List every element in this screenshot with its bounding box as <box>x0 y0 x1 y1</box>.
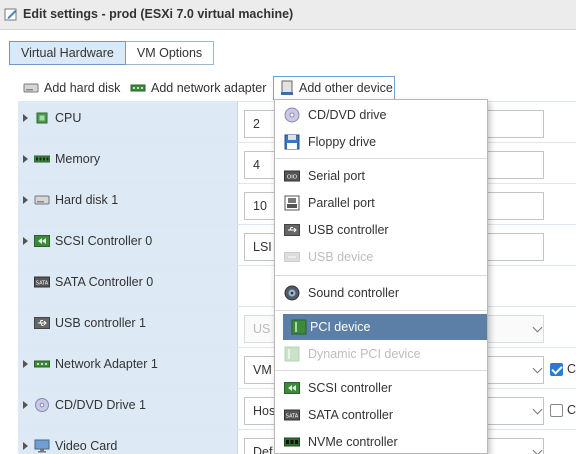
tab-virtual-hardware[interactable]: Virtual Hardware <box>9 41 126 65</box>
menu-item-sata-controller[interactable]: SATA SATA controller <box>275 402 487 428</box>
usb-device-icon <box>284 252 300 262</box>
row-label: SCSI Controller 0 <box>55 234 153 248</box>
menu-item-dynamic-pci-device: Dynamic PCI device <box>275 341 487 367</box>
menu-item-label: Dynamic PCI device <box>308 347 421 361</box>
row-label: SATA Controller 0 <box>55 275 154 289</box>
row-label: CPU <box>55 111 82 125</box>
add-other-device-menu: CD/DVD drive Floppy drive OIO Serial por… <box>274 99 488 454</box>
add-hard-disk-label: Add hard disk <box>44 81 121 95</box>
expand-caret-icon[interactable] <box>23 360 28 368</box>
menu-item-nvme-controller[interactable]: NVMe controller <box>275 429 487 453</box>
svg-text:SATA: SATA <box>36 281 49 287</box>
add-network-adapter-button[interactable]: Add network adapter <box>130 76 266 100</box>
connect-checkbox-label: C <box>567 362 576 376</box>
menu-item-usb-controller[interactable]: USB controller <box>275 217 487 243</box>
add-other-device-label: Add other device <box>299 81 393 95</box>
pci-icon <box>291 319 307 335</box>
menu-item-label: USB controller <box>308 223 389 237</box>
floppy-icon <box>284 134 300 150</box>
menu-item-label: Serial port <box>308 169 365 183</box>
dynamic-pci-icon <box>284 346 300 362</box>
menu-item-floppy-drive[interactable]: Floppy drive <box>275 129 487 155</box>
scsi-controller-icon <box>284 382 300 394</box>
tab-bar: Virtual Hardware VM Options <box>9 41 215 65</box>
add-network-adapter-label: Add network adapter <box>151 81 267 95</box>
menu-item-label: CD/DVD drive <box>308 108 387 122</box>
connect-checkbox[interactable] <box>550 363 563 376</box>
expand-caret-icon[interactable] <box>23 196 28 204</box>
expand-caret-icon[interactable] <box>23 237 28 245</box>
dialog-title: Edit settings - prod (ESXi 7.0 virtual m… <box>23 7 294 21</box>
cpu-icon <box>36 112 48 124</box>
row-label: CD/DVD Drive 1 <box>55 398 146 412</box>
dialog-titlebar: Edit settings - prod (ESXi 7.0 virtual m… <box>0 0 576 30</box>
connect-checkbox[interactable] <box>550 404 563 417</box>
row-label: Video Card <box>55 439 118 453</box>
cd-icon <box>284 107 300 123</box>
menu-item-label: SATA controller <box>308 408 393 422</box>
menu-separator <box>275 158 487 159</box>
scsi-icon <box>34 235 50 247</box>
expand-caret-icon[interactable] <box>23 401 28 409</box>
network-icon <box>34 360 50 368</box>
hard-disk-icon <box>23 83 39 93</box>
tab-vm-options[interactable]: VM Options <box>125 41 215 65</box>
disk-icon <box>34 195 50 205</box>
menu-item-serial-port[interactable]: OIO Serial port <box>275 163 487 189</box>
menu-item-label: NVMe controller <box>308 435 398 449</box>
usb-icon <box>34 317 50 329</box>
toolbar: Add hard disk Add network adapter Add ot… <box>0 76 576 100</box>
menu-separator <box>275 275 487 276</box>
row-label: USB controller 1 <box>55 316 147 330</box>
parallel-port-icon <box>284 195 300 211</box>
svg-text:SATA: SATA <box>286 414 299 420</box>
menu-item-cd-dvd-drive[interactable]: CD/DVD drive <box>275 102 487 128</box>
usb-controller-icon <box>284 224 300 236</box>
menu-item-usb-device: USB device <box>275 244 487 270</box>
cdrom-icon <box>35 398 49 412</box>
menu-item-pci-device[interactable]: PCI device <box>283 314 487 340</box>
row-label: Memory <box>55 152 101 166</box>
menu-item-label: USB device <box>308 250 374 264</box>
sound-icon <box>284 285 300 301</box>
menu-item-label: PCI device <box>310 320 371 334</box>
sata-controller-icon: SATA <box>284 409 300 421</box>
memory-icon <box>34 155 50 163</box>
row-label: Network Adapter 1 <box>55 357 158 371</box>
row-label: Hard disk 1 <box>55 193 119 207</box>
menu-separator <box>275 310 487 311</box>
monitor-icon <box>34 439 50 453</box>
expand-caret-icon[interactable] <box>23 155 28 163</box>
menu-item-parallel-port[interactable]: Parallel port <box>275 190 487 216</box>
add-hard-disk-button[interactable]: Add hard disk <box>23 76 120 100</box>
menu-item-label: Sound controller <box>308 286 400 300</box>
serial-port-icon: OIO <box>284 170 300 182</box>
network-adapter-icon <box>130 84 146 92</box>
menu-separator <box>275 370 487 371</box>
menu-item-sound-controller[interactable]: Sound controller <box>275 280 487 306</box>
sata-icon: SATA <box>34 276 50 288</box>
connect-checkbox-label: C <box>567 403 576 417</box>
menu-item-label: SCSI controller <box>308 381 393 395</box>
device-icon <box>281 80 293 95</box>
menu-item-label: Parallel port <box>308 196 375 210</box>
edit-icon <box>4 8 17 21</box>
menu-item-label: Floppy drive <box>308 135 377 149</box>
expand-caret-icon[interactable] <box>23 114 28 122</box>
add-other-device-button[interactable]: Add other device <box>273 76 395 100</box>
expand-caret-icon[interactable] <box>23 442 28 450</box>
svg-text:OIO: OIO <box>287 175 298 181</box>
nvme-controller-icon <box>284 437 300 447</box>
menu-item-scsi-controller[interactable]: SCSI controller <box>275 375 487 401</box>
